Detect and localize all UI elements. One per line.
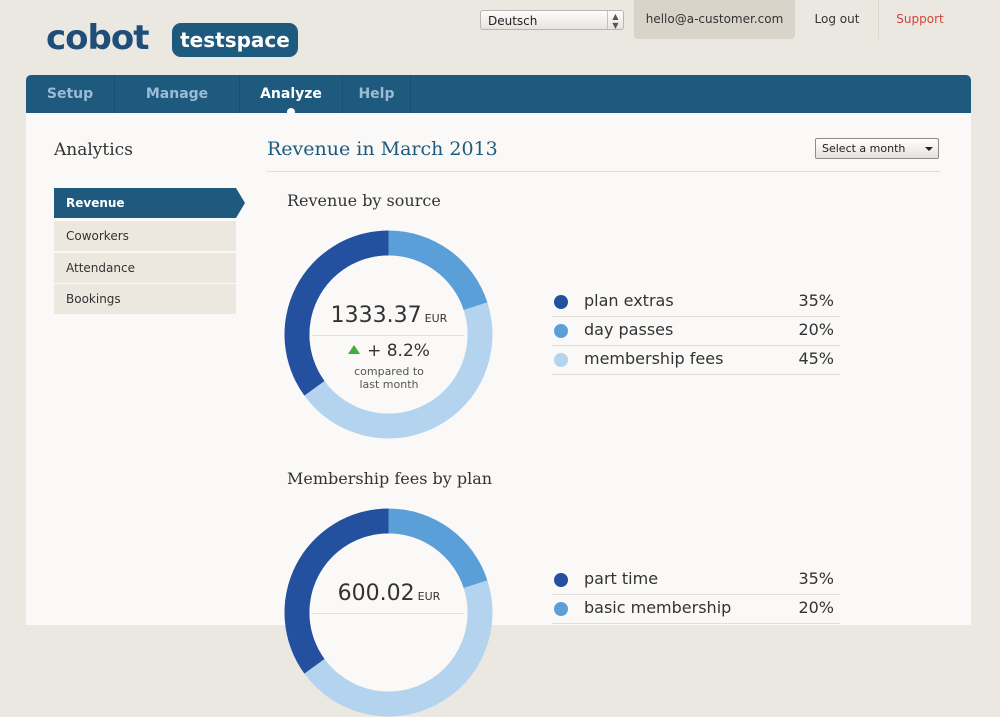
main-nav: Setup Manage Analyze Help <box>26 75 971 116</box>
trend-up-icon <box>348 345 361 354</box>
membership-amount: 600.02 <box>337 581 415 606</box>
tab-help[interactable]: Help <box>343 75 411 113</box>
legend-item: part time 35% <box>552 566 840 595</box>
divider <box>267 171 940 172</box>
sidebar-item-coworkers[interactable]: Coworkers <box>54 221 236 251</box>
page-title: Revenue in March 2013 <box>267 138 498 160</box>
sidebar-item-revenue[interactable]: Revenue <box>54 188 245 218</box>
revenue-amount: 1333.37 <box>330 303 422 328</box>
revenue-total: 1333.37 EUR <box>320 303 458 328</box>
legend-dot-icon <box>554 295 568 309</box>
legend-item: day passes 20% <box>552 317 840 346</box>
change-note: compared to last month <box>320 365 458 391</box>
tab-analyze[interactable]: Analyze <box>240 75 343 116</box>
sidebar-item-bookings[interactable]: Bookings <box>54 284 236 314</box>
legend-label: basic membership <box>584 598 732 617</box>
user-email-link[interactable]: hello@a-customer.com <box>634 0 795 39</box>
section-title-membership-fees-by-plan: Membership fees by plan <box>287 469 493 488</box>
legend-label: day passes <box>584 320 674 339</box>
support-link[interactable]: Support <box>880 0 960 39</box>
legend-percent: 35% <box>798 291 834 310</box>
change-note-line: compared to <box>354 365 424 378</box>
divider <box>312 335 464 336</box>
space-name-badge[interactable]: testspace <box>172 23 298 57</box>
legend-label: part time <box>584 569 659 588</box>
sidebar-item-label: Attendance <box>66 261 135 275</box>
legend-item: plan extras 35% <box>552 288 840 317</box>
tab-manage[interactable]: Manage <box>115 75 240 113</box>
language-select[interactable]: Deutsch ▲ ▼ <box>480 10 624 30</box>
section-title-revenue-by-source: Revenue by source <box>287 191 441 210</box>
sidebar-item-label: Coworkers <box>66 229 129 243</box>
active-pointer-icon <box>236 188 245 218</box>
sidebar-title: Analytics <box>54 140 133 160</box>
sidebar-item-label: Bookings <box>66 292 121 306</box>
tab-setup[interactable]: Setup <box>26 75 115 113</box>
chevron-down-icon <box>925 147 933 151</box>
membership-total: 600.02 EUR <box>320 581 458 606</box>
legend-percent: 20% <box>798 320 834 339</box>
sidebar-item-attendance[interactable]: Attendance <box>54 253 236 283</box>
month-select-value: Select a month <box>822 142 906 155</box>
divider <box>312 613 464 614</box>
language-select-value: Deutsch <box>488 14 538 28</box>
legend-item: membership fees 45% <box>552 346 840 375</box>
legend-item: basic membership 20% <box>552 595 840 624</box>
legend-dot-icon <box>554 602 568 616</box>
legend-dot-icon <box>554 324 568 338</box>
select-arrows-icon: ▲ ▼ <box>607 11 623 30</box>
month-select[interactable]: Select a month <box>815 138 939 159</box>
legend-dot-icon <box>554 353 568 367</box>
legend-percent: 35% <box>798 569 834 588</box>
revenue-change: + 8.2% <box>320 341 458 361</box>
cobot-logo[interactable]: cobot <box>46 18 149 58</box>
legend-dot-icon <box>554 573 568 587</box>
change-value: + 8.2% <box>367 341 430 361</box>
currency-label: EUR <box>424 312 448 325</box>
currency-label: EUR <box>417 590 441 603</box>
legend-label: plan extras <box>584 291 674 310</box>
legend-percent: 20% <box>798 598 834 617</box>
legend-label: membership fees <box>584 349 724 368</box>
logout-link[interactable]: Log out <box>796 0 879 39</box>
change-note-line: last month <box>359 378 419 391</box>
legend-percent: 45% <box>798 349 834 368</box>
sidebar-item-label: Revenue <box>66 196 125 210</box>
